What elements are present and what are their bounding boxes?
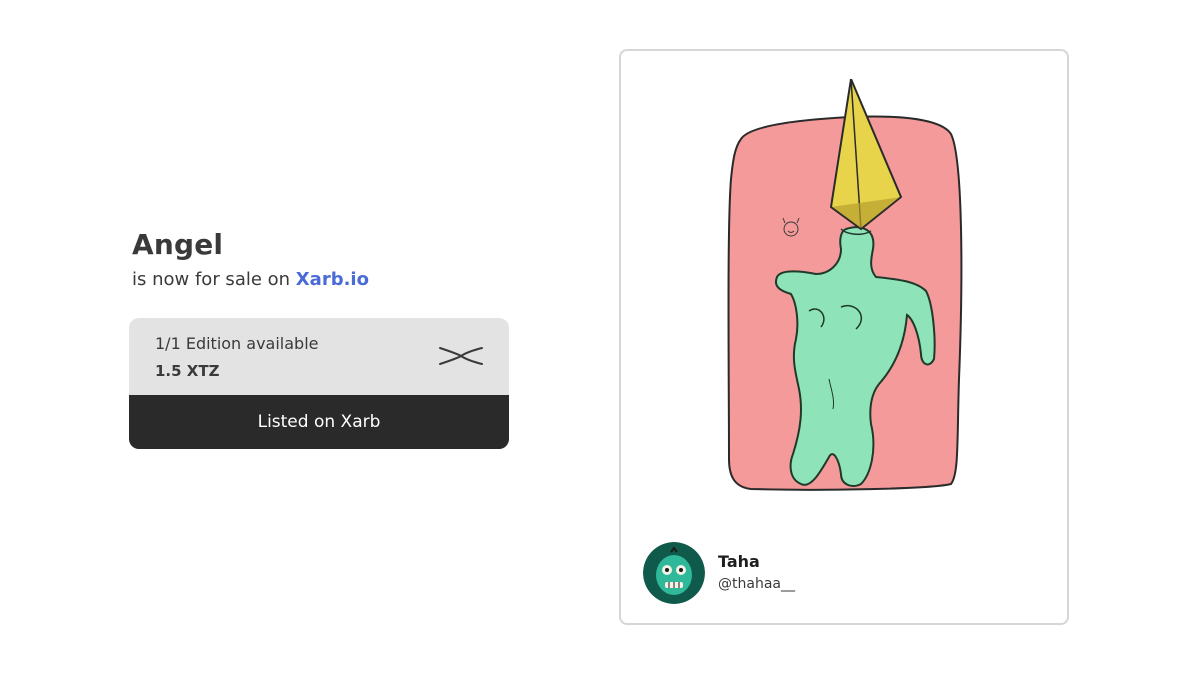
zombie-avatar-icon[interactable] (643, 542, 705, 604)
listed-on-xarb-button[interactable]: Listed on Xarb (129, 395, 509, 449)
artist-text: Taha @thahaa__ (718, 552, 795, 594)
artwork-image[interactable] (701, 79, 991, 519)
artist-info[interactable]: Taha @thahaa__ (643, 542, 795, 604)
sale-subtitle: is now for sale on Xarb.io (132, 268, 512, 292)
artist-name: Taha (718, 552, 760, 571)
listing-card: 1/1 Edition available 1.5 XTZ Listed on … (129, 318, 509, 449)
listing-info: 1/1 Edition available 1.5 XTZ (129, 318, 509, 395)
artwork-card: Taha @thahaa__ (619, 49, 1069, 625)
marketplace-link[interactable]: Xarb.io (296, 269, 369, 290)
edition-text: 1/1 Edition available (155, 334, 319, 353)
artist-handle[interactable]: @thahaa__ (718, 574, 795, 594)
listing-header: Angel is now for sale on Xarb.io (132, 228, 512, 292)
xarb-x-icon (439, 347, 483, 365)
artwork-title: Angel (132, 228, 224, 261)
subtitle-prefix: is now for sale on (132, 269, 296, 290)
price-text: 1.5 XTZ (155, 362, 220, 380)
